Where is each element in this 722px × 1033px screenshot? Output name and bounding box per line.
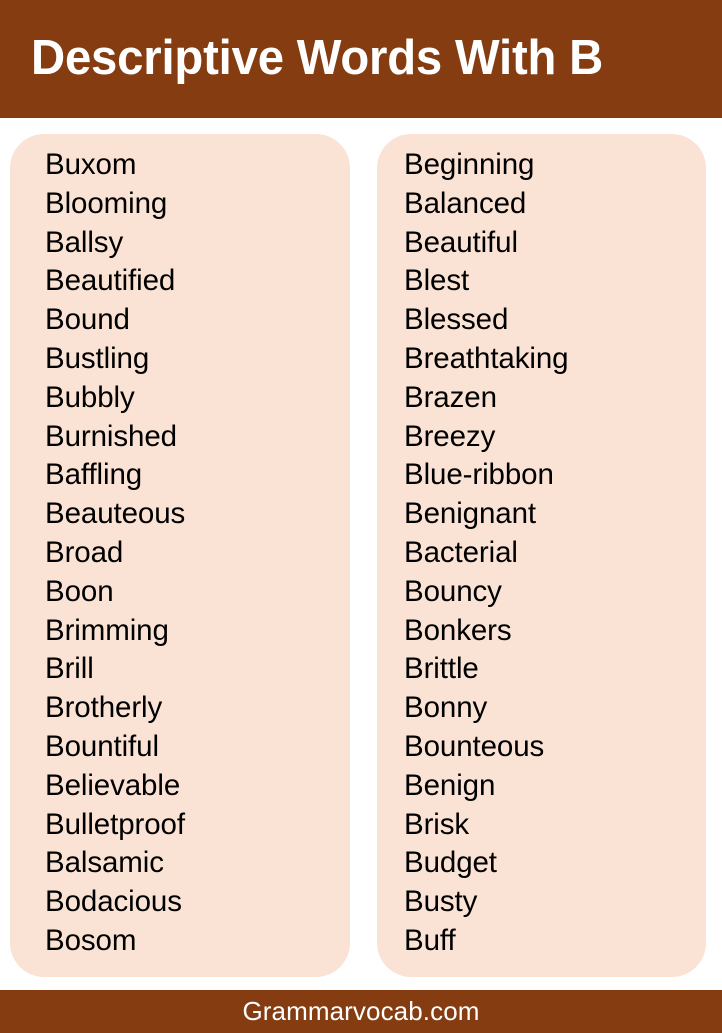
word-item: Bosom bbox=[45, 923, 137, 957]
word-item: Blue-ribbon bbox=[404, 458, 554, 492]
word-item: Bonkers bbox=[404, 613, 512, 647]
word-item: Balsamic bbox=[45, 846, 164, 880]
word-item: Blooming bbox=[45, 186, 168, 220]
word-item: Bustling bbox=[45, 341, 150, 375]
header-banner: Descriptive Words With B bbox=[0, 0, 722, 118]
page-title: Descriptive Words With B bbox=[31, 31, 604, 85]
word-item: Bubbly bbox=[45, 380, 135, 414]
word-list-left: Buxom Blooming Ballsy Beautified Bound Bustli… bbox=[45, 146, 350, 961]
word-item: Benignant bbox=[404, 497, 536, 531]
word-item: Buff bbox=[404, 923, 456, 957]
word-item: Balanced bbox=[404, 186, 527, 220]
word-item: Benign bbox=[404, 768, 496, 802]
word-item: Brill bbox=[45, 652, 94, 686]
word-item: Blessed bbox=[404, 303, 509, 337]
word-item: Brazen bbox=[404, 380, 497, 414]
word-item: Brittle bbox=[404, 652, 479, 686]
word-item: Buxom bbox=[45, 148, 137, 181]
word-item: Boon bbox=[45, 574, 114, 608]
footer-banner: Grammarvocab.com bbox=[0, 990, 722, 1033]
word-item: Baffling bbox=[45, 458, 143, 492]
word-list-infographic: Descriptive Words With B Buxom Blooming Ba… bbox=[0, 0, 722, 1033]
word-item: Believable bbox=[45, 768, 181, 802]
word-item: Broad bbox=[45, 535, 124, 569]
word-item: Bonny bbox=[404, 691, 488, 725]
word-card-left: Buxom Blooming Ballsy Beautified Bound Bustli… bbox=[10, 134, 350, 977]
word-item: Brotherly bbox=[45, 691, 163, 725]
word-item: Beautified bbox=[45, 264, 176, 298]
word-columns-container: Buxom Blooming Ballsy Beautified Bound Bustli… bbox=[0, 134, 722, 977]
word-item: Bounteous bbox=[404, 729, 545, 763]
word-item: Bacterial bbox=[404, 535, 518, 569]
word-item: Ballsy bbox=[45, 225, 124, 259]
word-item: Bouncy bbox=[404, 574, 502, 608]
word-item: Beauteous bbox=[45, 497, 186, 531]
word-item: Bodacious bbox=[45, 885, 182, 919]
word-card-right: Beginning Balanced Beautiful Blest Blessed Br… bbox=[377, 134, 706, 977]
word-item: Burnished bbox=[45, 419, 177, 453]
word-item: Breathtaking bbox=[404, 341, 569, 375]
word-item: Bulletproof bbox=[45, 807, 185, 841]
word-item: Blest bbox=[404, 264, 470, 298]
word-item: Brimming bbox=[45, 613, 169, 647]
word-item: Busty bbox=[404, 885, 478, 919]
word-item: Bound bbox=[45, 303, 130, 337]
word-item: Beautiful bbox=[404, 225, 518, 259]
word-item: Budget bbox=[404, 846, 497, 880]
word-item: Bountiful bbox=[45, 729, 159, 763]
word-item: Brisk bbox=[404, 807, 470, 841]
site-credit: Grammarvocab.com bbox=[242, 996, 480, 1026]
word-item: Breezy bbox=[404, 419, 496, 453]
word-item: Beginning bbox=[404, 148, 535, 181]
word-list-right: Beginning Balanced Beautiful Blest Blessed Br… bbox=[404, 146, 706, 961]
